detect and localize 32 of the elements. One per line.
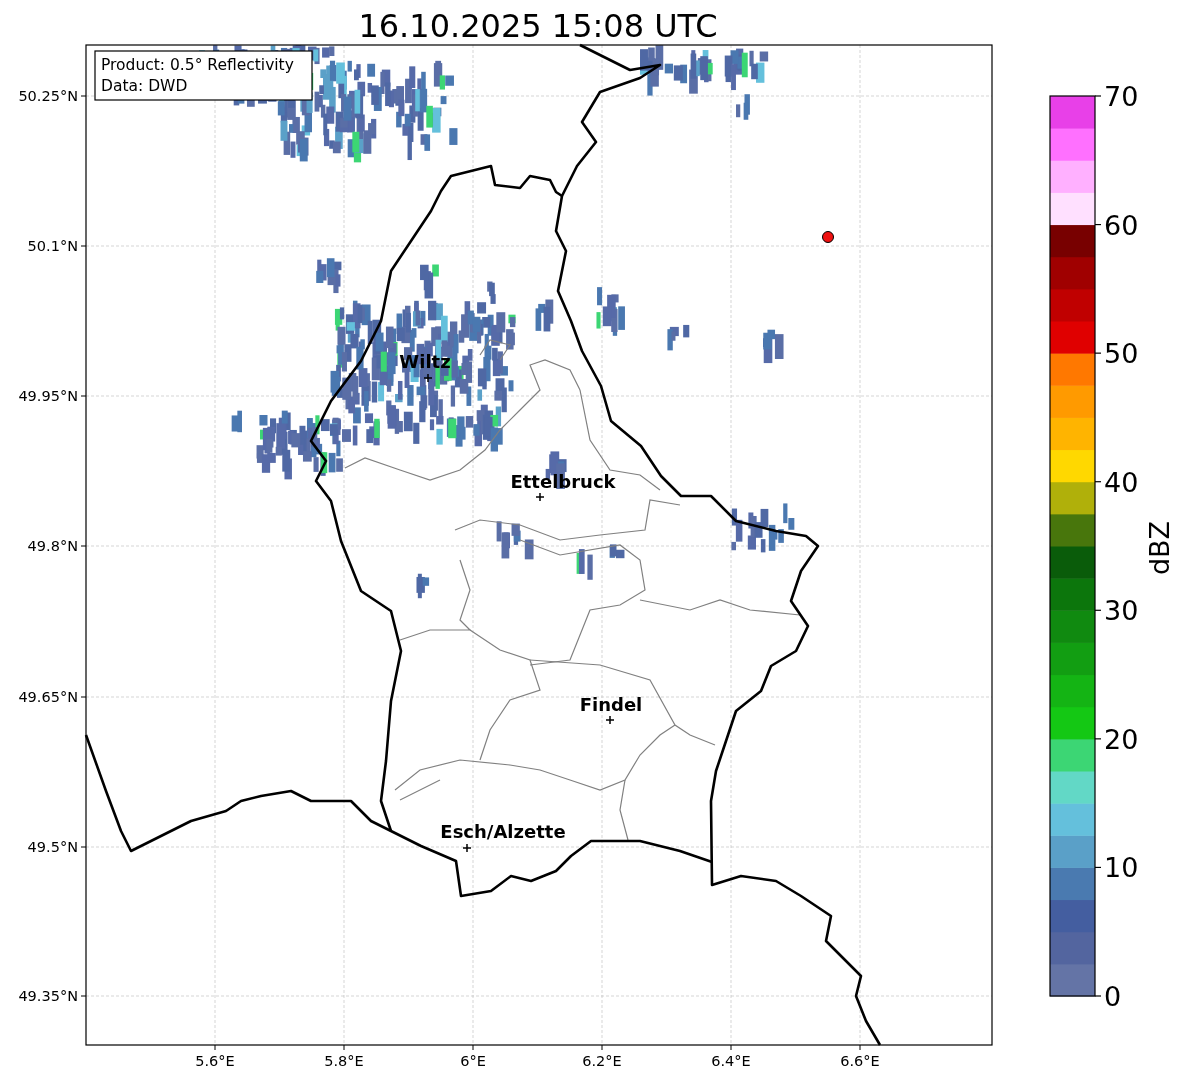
colorbar-tick-label: 50 bbox=[1104, 338, 1139, 370]
colorbar-tick-label: 0 bbox=[1104, 981, 1122, 1012]
longitude-label: 6.2°E bbox=[582, 1053, 622, 1069]
latitude-label: 49.35°N bbox=[18, 988, 78, 1004]
longitude-label: 6.6°E bbox=[840, 1053, 880, 1069]
city-marker-icon bbox=[535, 492, 545, 502]
info-text: Data: DWD bbox=[101, 77, 188, 95]
latitude-label: 49.65°N bbox=[18, 689, 78, 705]
city-marker-icon bbox=[605, 715, 615, 725]
longitude-label: 5.8°E bbox=[324, 1053, 364, 1069]
latitude-label: 50.25°N bbox=[18, 88, 78, 104]
colorbar-tick-label: 60 bbox=[1104, 209, 1139, 241]
location-marker bbox=[822, 231, 834, 243]
city-marker-icon bbox=[462, 843, 472, 853]
colorbar-tick-label: 10 bbox=[1104, 852, 1139, 884]
colorbar-tick-label: 70 bbox=[1104, 81, 1139, 112]
info-text: Product: 0.5° Reflectivity bbox=[101, 56, 294, 74]
latitude-label: 49.95°N bbox=[18, 388, 78, 404]
longitude-label: 6°E bbox=[460, 1053, 486, 1069]
colorbar-tick-label: 40 bbox=[1104, 466, 1139, 498]
latitude-label: 49.8°N bbox=[27, 538, 78, 554]
latitude-label: 50.1°N bbox=[27, 238, 78, 254]
latitude-label: 49.5°N bbox=[27, 839, 78, 855]
colorbar-tick-label: 20 bbox=[1104, 723, 1139, 755]
longitude-label: 6.4°E bbox=[711, 1053, 751, 1069]
city-marker-icon bbox=[423, 373, 433, 383]
city-label: Esch/Alzette bbox=[440, 821, 566, 842]
colorbar-tick-label: 30 bbox=[1104, 595, 1139, 627]
city-label: Findel bbox=[579, 694, 643, 715]
colorbar-title: dBZ bbox=[1144, 520, 1175, 576]
longitude-label: 5.6°E bbox=[195, 1053, 235, 1069]
chart-title: 16.10.2025 15:08 UTC bbox=[358, 7, 718, 45]
